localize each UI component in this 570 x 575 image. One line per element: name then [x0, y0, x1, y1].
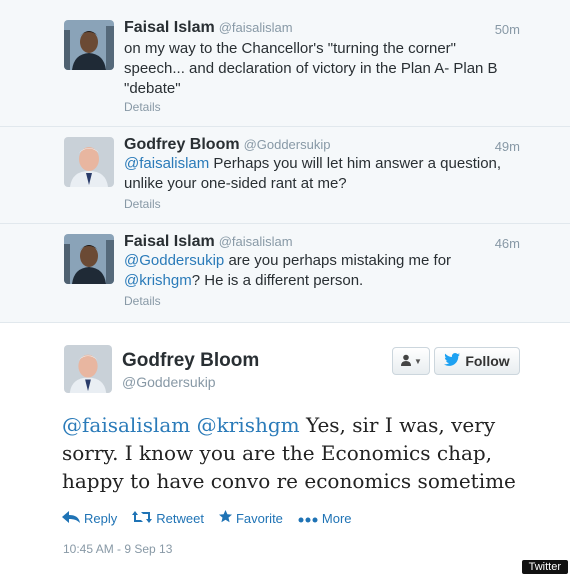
details-link[interactable]: Details	[124, 197, 161, 211]
tweet-time[interactable]: 49m	[495, 139, 520, 154]
retweet-icon	[132, 510, 153, 526]
focused-tweet: Godfrey Bloom @Goddersukip ▼ Follow @fai…	[0, 323, 570, 575]
tweet-godfrey-1[interactable]: Godfrey Bloom @Goddersukip 49m @faisalisl…	[0, 127, 570, 224]
author-name[interactable]: Godfrey Bloom @Goddersukip	[124, 136, 330, 154]
author-name[interactable]: Faisal Islam @faisalislam	[124, 233, 293, 251]
tweet-text: on my way to the Chancellor's "turning t…	[124, 40, 498, 97]
tweet-faisal-1[interactable]: Faisal Islam @faisalislam 50m on my way t…	[0, 0, 570, 127]
tweet-actions: Reply Retweet Favorite More	[62, 510, 352, 526]
author-name[interactable]: Godfrey Bloom	[122, 350, 259, 372]
avatar[interactable]	[64, 345, 112, 393]
avatar[interactable]	[64, 137, 114, 187]
mention-link[interactable]: @faisalislam	[124, 155, 209, 172]
avatar[interactable]	[64, 20, 114, 70]
star-icon	[218, 510, 232, 526]
follow-label: Follow	[465, 353, 510, 369]
more-dots-icon	[298, 511, 318, 526]
favorite-button[interactable]: Favorite	[218, 510, 283, 526]
bird-icon	[444, 352, 461, 370]
user-actions-dropdown[interactable]: ▼	[392, 347, 430, 375]
author-handle[interactable]: @Goddersukip	[122, 374, 216, 390]
conversation-thread: Faisal Islam @faisalislam 50m on my way t…	[0, 0, 570, 323]
follow-button[interactable]: Follow	[434, 347, 520, 375]
author-handle[interactable]: @faisalislam	[219, 20, 293, 35]
tweet-text: @Goddersukip are you perhaps mistaking m…	[124, 252, 452, 289]
user-icon	[400, 354, 412, 369]
mention-link[interactable]: @Goddersukip	[124, 252, 224, 269]
details-link[interactable]: Details	[124, 100, 161, 114]
more-button[interactable]: More	[298, 510, 352, 526]
tweet-time[interactable]: 50m	[495, 22, 520, 37]
chevron-down-icon: ▼	[414, 356, 422, 366]
reply-icon	[62, 510, 80, 526]
author-handle[interactable]: @Goddersukip	[244, 137, 331, 152]
tweet-text: @faisalislam Perhaps you will let him an…	[124, 155, 502, 192]
avatar[interactable]	[64, 234, 114, 284]
details-link[interactable]: Details	[124, 294, 161, 308]
tweet-timestamp[interactable]: 10:45 AM - 9 Sep 13	[63, 542, 172, 556]
tweet-faisal-2[interactable]: Faisal Islam @faisalislam 46m @Goddersuki…	[0, 224, 570, 323]
retweet-button[interactable]: Retweet	[132, 510, 204, 526]
mention-link[interactable]: @krishgm	[197, 413, 300, 437]
reply-button[interactable]: Reply	[62, 510, 117, 526]
author-name[interactable]: Faisal Islam @faisalislam	[124, 19, 293, 37]
mention-link[interactable]: @faisalislam	[62, 413, 190, 437]
tweet-time[interactable]: 46m	[495, 236, 520, 251]
tweet-text: @faisalislam @krishgm Yes, sir I was, ve…	[62, 413, 516, 493]
image-credit: Twitter	[521, 560, 568, 574]
author-handle[interactable]: @faisalislam	[219, 234, 293, 249]
mention-link[interactable]: @krishgm	[124, 272, 192, 289]
